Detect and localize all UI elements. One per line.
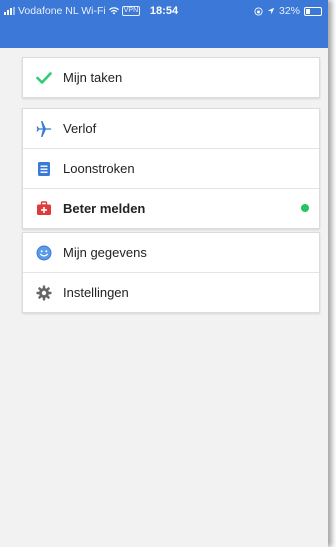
menu-section-account: Mijn gegevens Instellingen [22,232,320,313]
document-icon [35,160,53,178]
menu-item-mijn-taken[interactable]: Mijn taken [23,58,319,97]
menu-item-label: Loonstroken [63,161,135,176]
menu-item-verlof[interactable]: Verlof [23,109,319,148]
menu-item-mijn-gegevens[interactable]: Mijn gegevens [23,233,319,272]
gear-icon [35,284,53,302]
status-indicator-dot [301,204,309,212]
menu-section-hr: Verlof Loonstroken Beter melden [22,108,320,229]
battery-icon [304,6,322,16]
header-bar: Vodafone NL Wi-Fi VPN 18:54 32% [0,0,328,48]
menu-section-tasks: Mijn taken [22,57,320,98]
menu-item-instellingen[interactable]: Instellingen [23,272,319,312]
airplane-icon [35,120,53,138]
status-time: 18:54 [149,5,179,17]
status-bar: Vodafone NL Wi-Fi VPN 18:54 32% [0,0,328,22]
check-icon [35,69,53,87]
menu-item-beter-melden[interactable]: Beter melden [23,188,319,228]
menu-item-label: Verlof [63,121,97,136]
menu-item-label: Mijn gegevens [63,245,147,260]
menu-item-label: Mijn taken [63,70,123,85]
medical-kit-icon [35,200,53,218]
menu-item-label: Instellingen [63,285,129,300]
app-screen: Vodafone NL Wi-Fi VPN 18:54 32% Mijn tak… [0,0,328,547]
menu-item-loonstroken[interactable]: Loonstroken [23,148,319,188]
smiley-icon [35,244,53,262]
menu-item-label: Beter melden [63,201,146,216]
